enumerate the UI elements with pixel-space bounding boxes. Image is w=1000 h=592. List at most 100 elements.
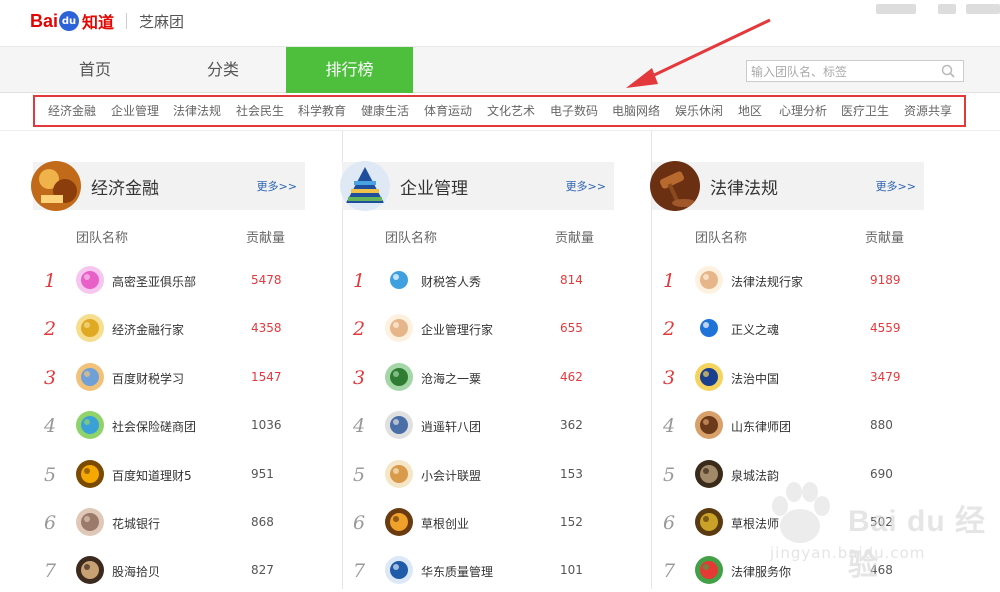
club-icon[interactable] (76, 266, 104, 294)
team-name-link[interactable]: 泉城法韵 (731, 467, 779, 484)
ranking-column-management: 企业管理 更多>> 团队名称 贡献量 1 财税答人秀 814 2 企业管理行家 655 3 沧海之一粟… (340, 131, 652, 589)
ranking-column-law: 法律法规 更多>> 团队名称 贡献量 1 法律法规行家 9189 2 正义之魂 4559 3 法治中国… (650, 131, 962, 589)
finance-avatar[interactable] (31, 161, 81, 211)
team-name-link[interactable]: 沧海之一粟 (421, 370, 481, 387)
group-name: 芝麻团 (139, 12, 185, 31)
pinwheel-icon[interactable] (695, 556, 723, 585)
ranking-row: 5 百度知道理财5 951 (33, 456, 333, 496)
team-name-link[interactable]: 法治中国 (731, 370, 779, 387)
header-team-name: 团队名称 (76, 231, 129, 246)
category-link[interactable]: 资源共享 (904, 102, 952, 119)
lawyer-icon[interactable] (695, 411, 723, 440)
category-link[interactable]: 电子数码 (550, 102, 598, 119)
team-name-link[interactable]: 逍遥轩八团 (421, 418, 481, 435)
baidu-zhidao-logo[interactable]: Bai du 知道 芝麻团 (30, 6, 184, 36)
column-title[interactable]: 经济金融 (91, 174, 159, 199)
category-link[interactable]: 经济金融 (48, 102, 96, 119)
sunflower-icon[interactable] (76, 459, 104, 488)
stock-icon[interactable] (76, 556, 104, 585)
contribution-value: 868 (251, 515, 274, 529)
category-link[interactable]: 电脑网络 (612, 102, 660, 119)
user-info-blurred (876, 4, 916, 14)
category-link[interactable]: 健康生活 (361, 102, 409, 119)
accounting-icon[interactable] (385, 459, 413, 488)
category-link[interactable]: 法律法规 (173, 102, 221, 119)
tab-category[interactable]: 分类 (162, 47, 284, 93)
search-icon[interactable] (941, 64, 955, 78)
category-bar: 经济金融 企业管理 法律法规 社会民生 科学教育 健康生活 体育运动 文化艺术 … (0, 93, 1000, 131)
team-name-link[interactable]: 股海拾贝 (112, 563, 160, 580)
tax-icon[interactable] (76, 362, 104, 391)
team-name-link[interactable]: 草根法师 (731, 515, 779, 532)
bird-icon[interactable] (385, 411, 413, 440)
team-name-link[interactable]: 小会计联盟 (421, 467, 481, 484)
team-name-link[interactable]: 正义之魂 (731, 321, 779, 338)
contribution-value: 814 (560, 273, 583, 287)
team-name-link[interactable]: 法律法规行家 (731, 273, 803, 290)
ranking-row: 6 草根创业 152 (342, 504, 642, 544)
contribution-value: 153 (560, 466, 583, 481)
insurance-icon[interactable] (76, 411, 104, 440)
team-name-link[interactable]: 华东质量管理 (421, 563, 493, 580)
search-input[interactable] (747, 62, 932, 82)
tab-home[interactable]: 首页 (34, 47, 156, 93)
green-icon[interactable] (385, 362, 413, 391)
category-link[interactable]: 地区 (738, 102, 762, 119)
team-name-link[interactable]: 财税答人秀 (421, 273, 481, 290)
justice-icon[interactable] (695, 314, 723, 343)
contribution-value: 3479 (870, 369, 901, 384)
rank-number: 6 (44, 512, 57, 534)
header-contribution: 贡献量 (865, 231, 905, 246)
law-icon[interactable] (695, 508, 723, 536)
header-contribution: 贡献量 (246, 231, 286, 246)
team-name-link[interactable]: 高密圣亚俱乐部 (112, 273, 196, 290)
column-title[interactable]: 企业管理 (400, 174, 468, 199)
category-link[interactable]: 医疗卫生 (841, 102, 889, 119)
bear-icon[interactable] (695, 266, 723, 294)
category-link[interactable]: 社会民生 (236, 102, 284, 119)
contribution-value: 468 (870, 563, 893, 578)
column-header: 法律法规 更多>> (650, 161, 924, 211)
team-name-link[interactable]: 花城银行 (112, 515, 160, 532)
team-name-link[interactable]: 草根创业 (421, 515, 469, 532)
ranking-row: 2 经济金融行家 4358 (33, 310, 333, 350)
more-link[interactable]: 更多>> (876, 178, 916, 194)
contribution-value: 9189 (870, 273, 901, 287)
team-name-link[interactable]: 山东律师团 (731, 418, 791, 435)
team-name-link[interactable]: 社会保险磋商团 (112, 418, 196, 435)
emblem-icon[interactable] (695, 362, 723, 391)
column-title[interactable]: 法律法规 (710, 174, 778, 199)
expert-icon[interactable] (76, 314, 104, 343)
category-link[interactable]: 体育运动 (424, 102, 472, 119)
rank-number: 2 (353, 318, 366, 341)
seal-icon[interactable] (695, 459, 723, 488)
ranking-column-finance: 经济金融 更多>> 团队名称 贡献量 1 高密圣亚俱乐部 5478 2 经济金融行家 4358 3 百… (31, 131, 343, 589)
gavel-avatar[interactable] (650, 161, 700, 211)
tax-answer-icon[interactable] (385, 266, 413, 294)
team-name-link[interactable]: 百度知道理财5 (112, 467, 192, 484)
iso-icon[interactable] (385, 556, 413, 585)
category-link[interactable]: 企业管理 (111, 102, 159, 119)
rank-number: 3 (663, 366, 676, 389)
category-link[interactable]: 心理分析 (779, 102, 827, 119)
pyramid-avatar[interactable] (340, 161, 390, 211)
more-link[interactable]: 更多>> (257, 178, 297, 194)
team-name-link[interactable]: 法律服务你 (731, 563, 791, 580)
category-link[interactable]: 娱乐休闲 (675, 102, 723, 119)
bank-icon[interactable] (76, 508, 104, 536)
header-contribution: 贡献量 (555, 231, 595, 246)
rank-number: 2 (44, 318, 57, 341)
team-name-link[interactable]: 经济金融行家 (112, 321, 184, 338)
grass-icon[interactable] (385, 508, 413, 536)
team-name-link[interactable]: 企业管理行家 (421, 321, 493, 338)
category-link[interactable]: 文化艺术 (487, 102, 535, 119)
team-name-link[interactable]: 百度财税学习 (112, 370, 184, 387)
ranking-row: 5 泉城法韵 690 (652, 456, 952, 496)
tab-ranking[interactable]: 排行榜 (286, 47, 413, 93)
bear-icon[interactable] (385, 314, 413, 343)
category-link[interactable]: 科学教育 (298, 102, 346, 119)
more-link[interactable]: 更多>> (566, 178, 606, 194)
contribution-value: 362 (560, 418, 583, 433)
contribution-value: 951 (251, 466, 274, 481)
rank-number: 7 (353, 560, 366, 583)
